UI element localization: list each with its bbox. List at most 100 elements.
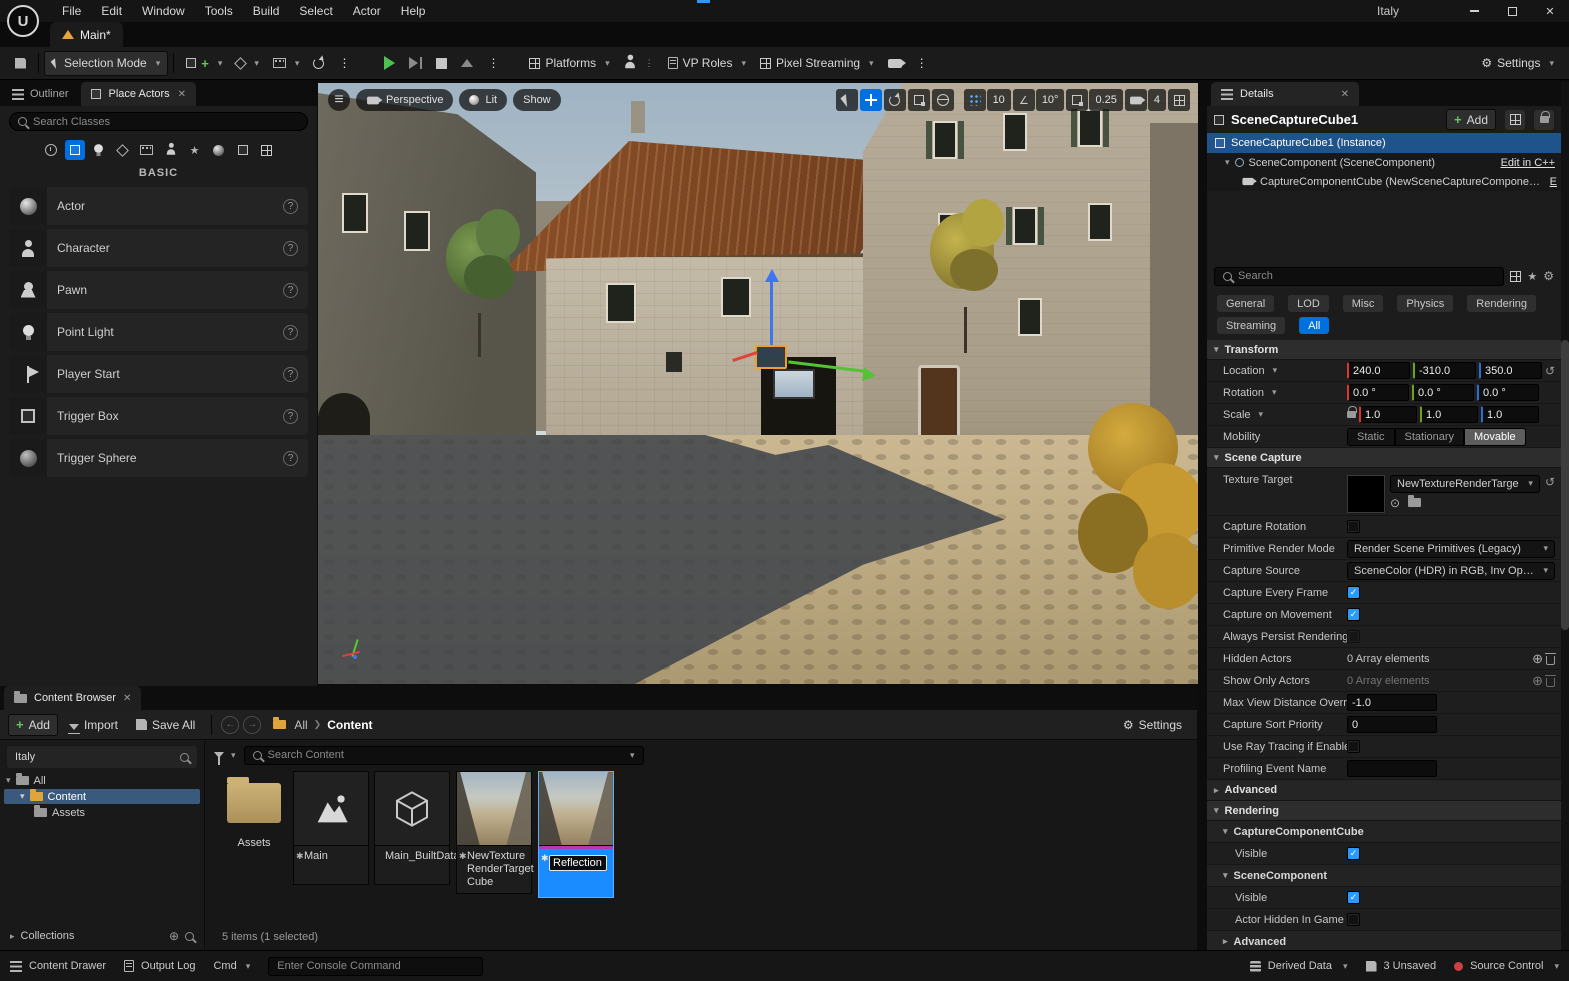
lit-dropdown[interactable]: Lit (459, 89, 507, 111)
menu-select[interactable]: Select (289, 0, 342, 22)
visible-checkbox[interactable]: ✓ (1347, 847, 1360, 860)
filter-chip-physics[interactable]: Physics (1397, 295, 1453, 312)
filter-chip-lod[interactable]: LOD (1288, 295, 1329, 312)
menu-build[interactable]: Build (243, 0, 290, 22)
settings-button[interactable]: ⚙Settings▾ (1474, 51, 1561, 76)
filter-chip-streaming[interactable]: Streaming (1217, 317, 1285, 334)
mobility-movable[interactable]: Movable (1464, 428, 1526, 446)
reset-icon[interactable]: ↺ (1545, 364, 1555, 378)
back-button[interactable]: ← (221, 716, 239, 734)
clear-array-icon[interactable] (1546, 678, 1555, 687)
category-lights-icon[interactable] (89, 140, 109, 160)
world-local-toggle[interactable] (932, 89, 954, 111)
gizmo-z-axis[interactable] (770, 281, 773, 345)
viewport[interactable]: ≡ Perspective Lit Show 10 ∠ 10° 0.25 4 (318, 83, 1198, 684)
forward-button[interactable]: → (243, 716, 261, 734)
visible-checkbox[interactable]: ✓ (1347, 891, 1360, 904)
edit-link-truncated[interactable]: E (1550, 176, 1561, 188)
max-view-distance-field[interactable]: -1.0 (1347, 694, 1437, 711)
section-rendering[interactable]: ▾Rendering (1207, 801, 1561, 821)
console-command-input[interactable] (268, 957, 483, 976)
move-tool[interactable] (860, 89, 882, 111)
cinematics-button[interactable]: ▾ (266, 51, 307, 76)
filter-chip-misc[interactable]: Misc (1343, 295, 1384, 312)
section-advanced[interactable]: ▸Advanced (1207, 780, 1561, 801)
perspective-dropdown[interactable]: Perspective (356, 89, 453, 111)
maximize-viewport-button[interactable] (1168, 89, 1190, 111)
add-element-icon[interactable]: ⊕ (1532, 673, 1543, 689)
level-tab-main[interactable]: Main* (50, 22, 123, 47)
favorites-icon[interactable]: ★ (1527, 270, 1537, 283)
search-classes-field[interactable] (33, 116, 299, 128)
expander-icon[interactable]: ▾ (1225, 157, 1230, 168)
filter-chip-rendering[interactable]: Rendering (1467, 295, 1536, 312)
details-search-input[interactable] (1214, 267, 1504, 286)
breadcrumb-content[interactable]: Content (327, 718, 372, 732)
expander-icon[interactable]: ▸ (10, 931, 15, 942)
search-icon[interactable] (180, 753, 189, 762)
show-dropdown[interactable]: Show (513, 89, 561, 111)
asset-tile-main[interactable]: ✱Main (293, 771, 369, 885)
scale-label[interactable]: Scale▾ (1207, 409, 1347, 421)
multiuser-button[interactable]: ⋮ (617, 51, 661, 76)
close-icon[interactable]: ✕ (123, 693, 131, 704)
play-button[interactable] (377, 51, 402, 76)
menu-file[interactable]: File (52, 0, 91, 22)
unsaved-button[interactable]: 3 Unsaved (1366, 960, 1437, 972)
capture-sort-field[interactable]: 0 (1347, 716, 1437, 733)
source-selector[interactable]: Italy (7, 746, 197, 768)
tab-outliner[interactable]: Outliner (0, 82, 81, 106)
place-actor-item-pawn[interactable]: Pawn ? (9, 271, 308, 309)
reset-icon[interactable]: ↺ (1545, 475, 1555, 489)
subsection-advanced[interactable]: ▸Advanced (1207, 931, 1561, 950)
skip-button[interactable] (402, 51, 429, 76)
search-content-field[interactable] (268, 749, 620, 761)
collections-row[interactable]: ▸ Collections ⊕ (0, 926, 204, 946)
editor-mode-select[interactable]: Selection Mode ▾ (44, 51, 168, 76)
close-icon[interactable]: ✕ (1341, 89, 1349, 100)
tree-row-capturecomponent[interactable]: CaptureComponentCube (NewSceneCaptureCom… (1207, 172, 1561, 191)
filter-button[interactable]: ▾ (214, 750, 236, 761)
category-all-classes-icon[interactable] (257, 140, 277, 160)
expander-icon[interactable]: ▾ (6, 775, 11, 786)
menu-tools[interactable]: Tools (195, 0, 243, 22)
stop-button[interactable] (429, 51, 454, 76)
place-actor-item-point-light[interactable]: Point Light ? (9, 313, 308, 351)
filter-chip-all[interactable]: All (1299, 317, 1329, 334)
rotate-tool[interactable] (884, 89, 906, 111)
display-filter-icon[interactable] (1510, 271, 1521, 282)
close-icon[interactable]: ✕ (178, 89, 186, 100)
minimize-button[interactable] (1455, 0, 1493, 22)
details-lock-button[interactable] (1534, 110, 1554, 130)
details-settings-icon[interactable]: ⚙ (1543, 269, 1554, 283)
place-actor-item-character[interactable]: Character ? (9, 229, 308, 267)
location-x-field[interactable]: 240.0 (1347, 362, 1410, 379)
landscape-button[interactable] (306, 51, 331, 76)
filter-chip-general[interactable]: General (1217, 295, 1274, 312)
save-button[interactable] (8, 51, 33, 76)
scrollbar-thumb[interactable] (1561, 340, 1569, 630)
category-geometry-icon[interactable] (209, 140, 229, 160)
source-control-button[interactable]: Source Control▾ (1454, 960, 1559, 972)
unreal-logo[interactable]: U (7, 5, 39, 37)
location-z-field[interactable]: 350.0 (1479, 362, 1542, 379)
mobility-stationary[interactable]: Stationary (1395, 428, 1465, 446)
derived-data-button[interactable]: Derived Data▾ (1250, 960, 1348, 972)
capture-source-dropdown[interactable]: SceneColor (HDR) in RGB, Inv Opacity▾ (1347, 562, 1555, 580)
camera-speed-value[interactable]: 4 (1148, 89, 1166, 111)
tree-item-content[interactable]: ▾ Content (4, 789, 200, 804)
tab-place-actors[interactable]: Place Actors ✕ (81, 82, 197, 106)
asset-tile-reflection[interactable]: ✱ (538, 771, 614, 898)
scale-tool[interactable] (908, 89, 930, 111)
edit-in-cpp-link[interactable]: Edit in C++ (1501, 157, 1561, 169)
rotation-label[interactable]: Rotation▾ (1207, 387, 1347, 399)
always-persist-checkbox[interactable] (1347, 630, 1360, 643)
menu-window[interactable]: Window (132, 0, 195, 22)
capture-rotation-checkbox[interactable] (1347, 520, 1360, 533)
clear-array-icon[interactable] (1546, 656, 1555, 665)
breadcrumb-all[interactable]: All (294, 718, 307, 732)
details-sections-button[interactable] (1505, 110, 1525, 130)
browse-to-asset-icon[interactable] (1408, 498, 1421, 507)
toolbar-overflow[interactable]: ⋮ (331, 51, 357, 76)
section-transform[interactable]: ▾Transform (1207, 340, 1561, 360)
